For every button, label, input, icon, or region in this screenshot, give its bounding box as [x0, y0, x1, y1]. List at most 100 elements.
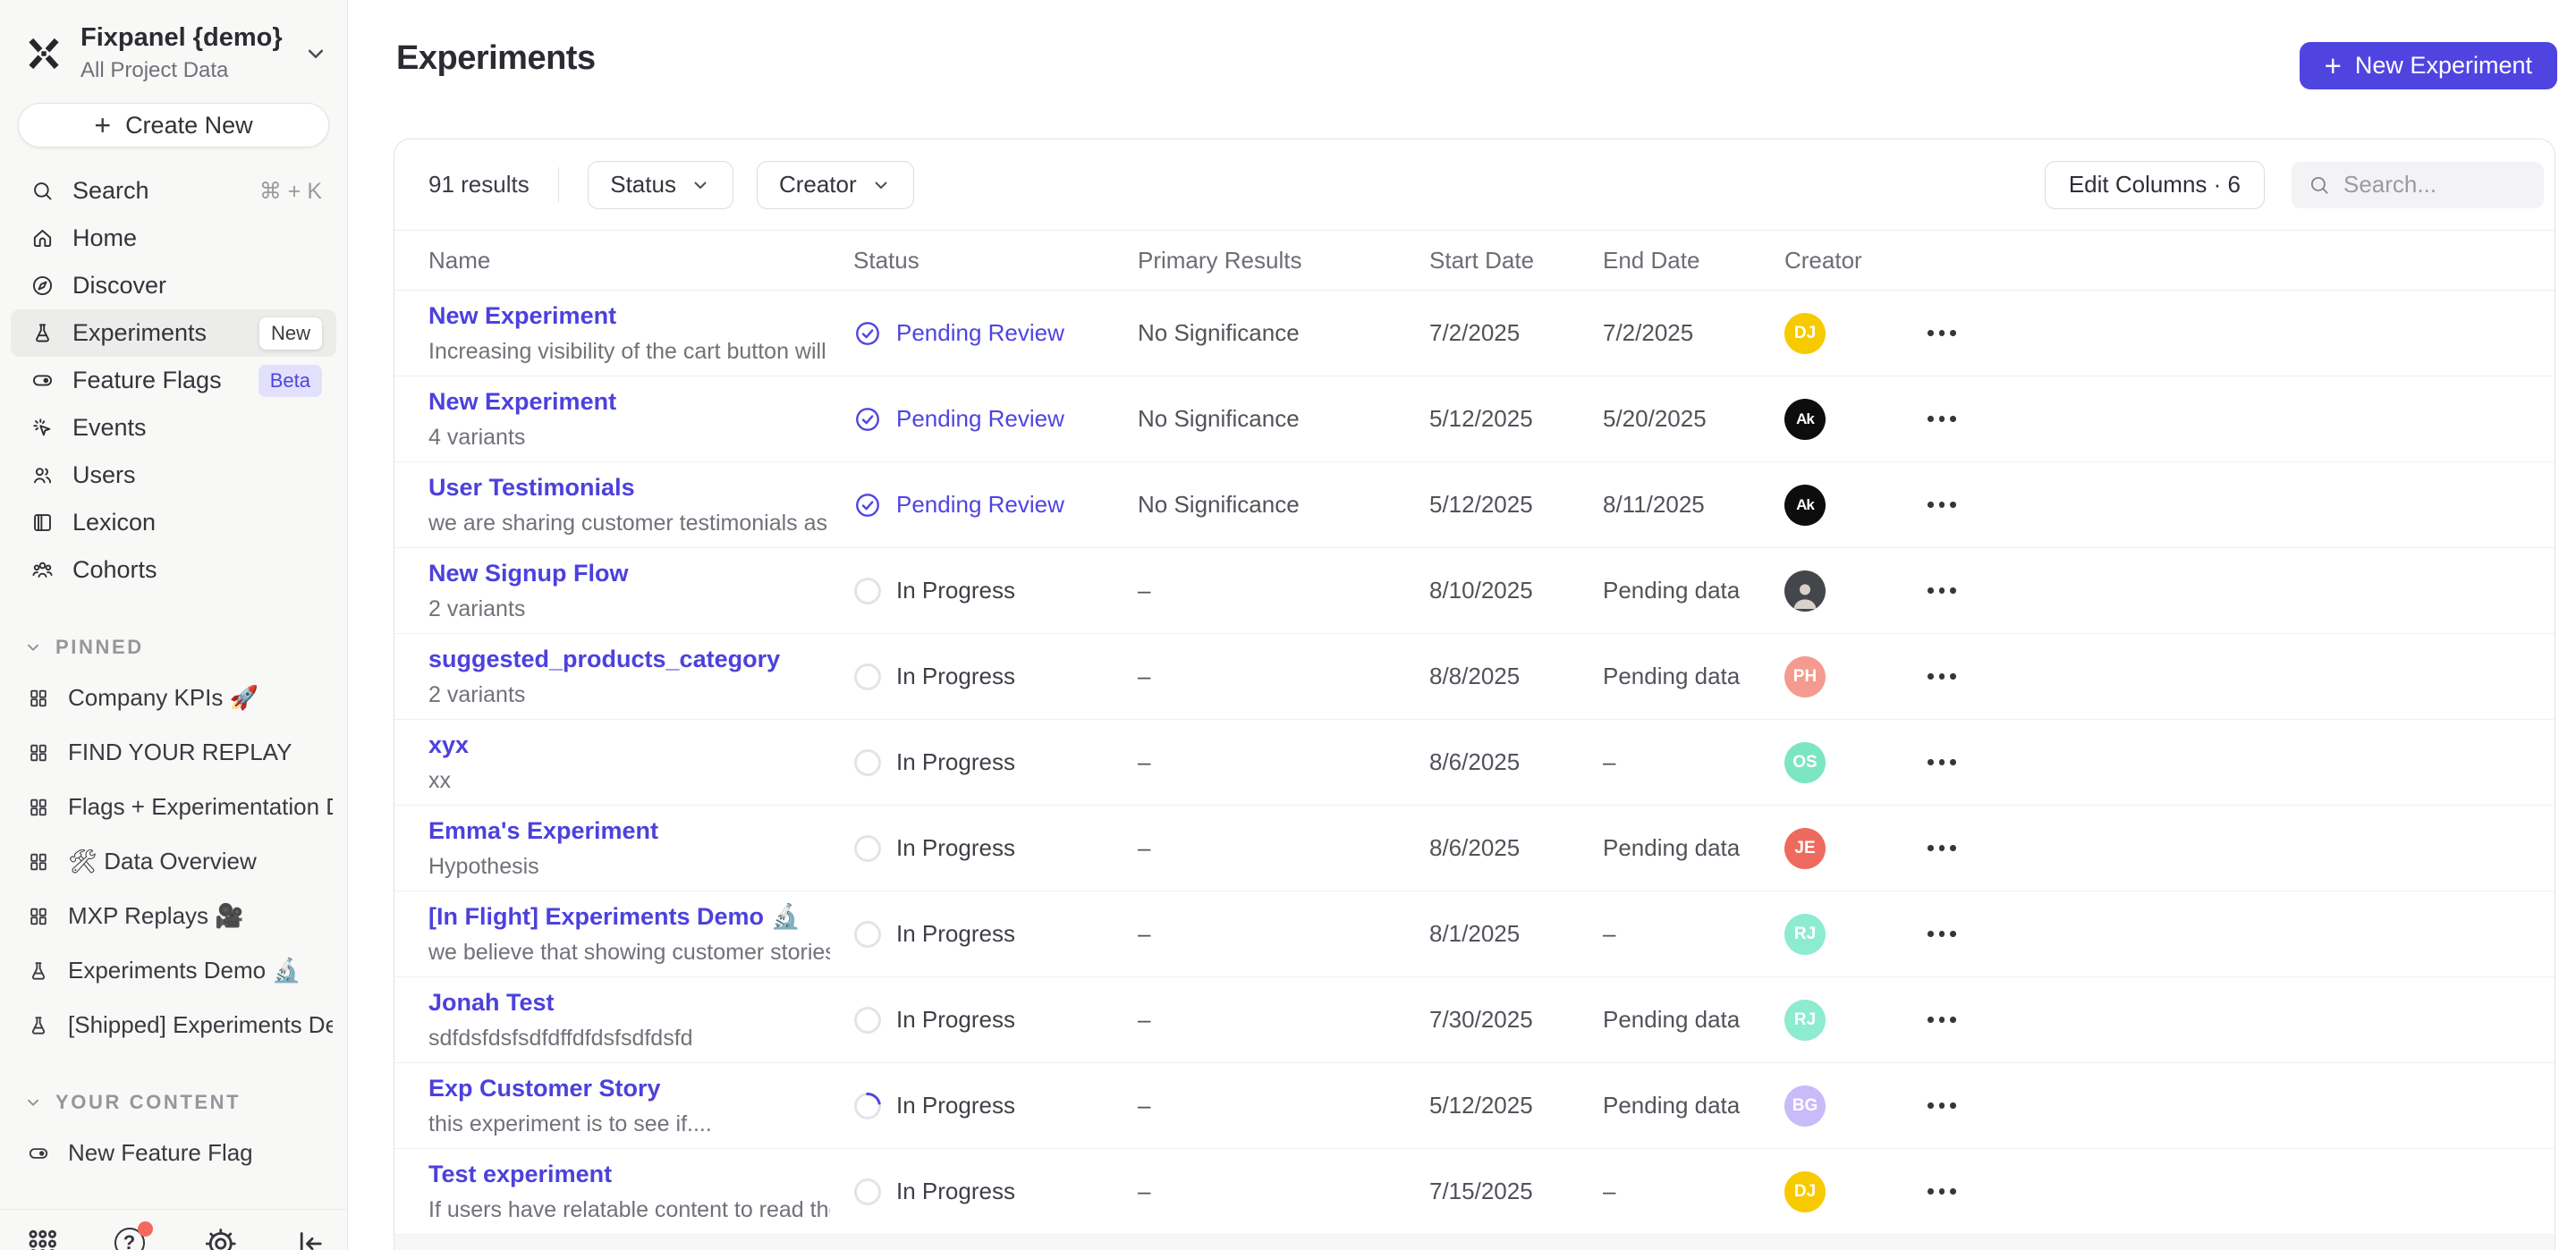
table-row[interactable]: New Experiment Increasing visibility of …	[394, 291, 2555, 376]
pinned-item-label: 🛠 Data Overview	[68, 848, 257, 875]
primary-results-value: –	[1138, 920, 1429, 948]
apps-grid-icon[interactable]	[25, 1226, 61, 1250]
sidebar-item-label: Events	[72, 414, 147, 442]
creator-avatar: OS	[1784, 742, 1826, 783]
sidebar-item-home[interactable]: Home	[11, 215, 336, 262]
row-menu-button[interactable]	[1924, 1181, 1960, 1202]
primary-results-value: No Significance	[1138, 491, 1429, 519]
experiment-description: 4 variants	[428, 425, 830, 451]
experiment-description: 2 variants	[428, 682, 830, 708]
start-date-value: 5/12/2025	[1429, 405, 1603, 433]
row-menu-button[interactable]	[1924, 752, 1960, 773]
table-row[interactable]: [In Flight] Experiments Demo 🔬 we believ…	[394, 891, 2555, 977]
row-menu-button[interactable]	[1924, 494, 1960, 515]
sidebar-pinned-item[interactable]: Experiments Demo 🔬	[0, 943, 347, 998]
table-row[interactable]: Emma's Experiment Hypothesis In Progress…	[394, 806, 2555, 891]
status-filter-button[interactable]: Status	[588, 161, 733, 209]
experiments-flask-icon	[30, 321, 55, 345]
your-content-header[interactable]: YOUR CONTENT	[0, 1088, 347, 1117]
experiment-name-link[interactable]: suggested_products_category	[428, 646, 830, 673]
table-row[interactable]: Jonah Test sdfdsfdsfsdfdffdfdsfsdfdsfd I…	[394, 977, 2555, 1063]
creator-filter-button[interactable]: Creator	[757, 161, 914, 209]
create-new-button[interactable]: + Create New	[18, 103, 329, 148]
experiment-name-link[interactable]: New Signup Flow	[428, 560, 830, 587]
sidebar-pinned-item[interactable]: New Feature Flag	[0, 1126, 347, 1180]
collapse-sidebar-icon[interactable]	[292, 1226, 328, 1250]
table-body: New Experiment Increasing visibility of …	[394, 291, 2555, 1235]
settings-gear-icon[interactable]	[203, 1226, 239, 1250]
sidebar-item-label: Experiments	[72, 319, 207, 347]
experiment-name-link[interactable]: New Experiment	[428, 302, 830, 330]
pinned-section-header[interactable]: PINNED	[0, 633, 347, 662]
chevron-down-icon	[23, 638, 43, 657]
events-cursor-icon	[30, 416, 55, 440]
end-date-value: Pending data	[1603, 834, 1784, 862]
sidebar-item-label: Lexicon	[72, 509, 156, 536]
creator-avatar: DJ	[1784, 313, 1826, 354]
column-header: Primary Results	[1138, 247, 1429, 274]
sidebar-pinned-item[interactable]: Flags + Experimentation Demo 🖊	[0, 780, 347, 834]
row-menu-button[interactable]	[1924, 666, 1960, 687]
sidebar-pinned-item[interactable]: FIND YOUR REPLAY	[0, 725, 347, 780]
new-experiment-button[interactable]: + New Experiment	[2300, 42, 2557, 89]
sidebar-item-lexicon[interactable]: Lexicon	[11, 499, 336, 546]
sidebar-pinned-item[interactable]: 🛠 Data Overview	[0, 834, 347, 889]
experiment-name-link[interactable]: [In Flight] Experiments Demo 🔬	[428, 902, 830, 931]
workspace-switcher[interactable]: Fixpanel {demo} All Project Data	[0, 0, 347, 89]
experiment-name-link[interactable]: Emma's Experiment	[428, 817, 830, 845]
column-header: Status	[853, 247, 1138, 274]
experiment-name-link[interactable]: Jonah Test	[428, 989, 830, 1017]
chevron-down-icon	[870, 174, 892, 196]
keyboard-shortcut: ⌘ + K	[259, 178, 322, 205]
table-row[interactable]: User Testimonials we are sharing custome…	[394, 462, 2555, 548]
experiment-name-link[interactable]: xyx	[428, 731, 830, 759]
status-label: In Progress	[896, 577, 1015, 604]
experiment-name-link[interactable]: Exp Customer Story	[428, 1075, 830, 1102]
pinned-item-label: Experiments Demo 🔬	[68, 957, 301, 984]
row-menu-button[interactable]	[1924, 1009, 1960, 1030]
experiment-name-link[interactable]: User Testimonials	[428, 474, 830, 502]
chevron-down-icon	[302, 40, 329, 67]
table-row[interactable]: xyx xx In Progress – 8/6/2025 – OS	[394, 720, 2555, 806]
sidebar-pinned-item[interactable]: MXP Replays 🎥	[0, 889, 347, 943]
sidebar-item-experiments[interactable]: Experiments New	[11, 309, 336, 357]
notification-dot	[138, 1221, 153, 1237]
experiment-name-link[interactable]: New Experiment	[428, 388, 830, 416]
sidebar-nav: Search ⌘ + K Home Discover Experiments N…	[0, 167, 347, 594]
table-row[interactable]: New Signup Flow 2 variants In Progress –…	[394, 548, 2555, 634]
row-menu-button[interactable]	[1924, 409, 1960, 429]
start-date-value: 8/1/2025	[1429, 920, 1603, 948]
start-date-value: 7/2/2025	[1429, 319, 1603, 347]
row-menu-button[interactable]	[1924, 924, 1960, 944]
status-icon	[853, 834, 882, 863]
table-search-input[interactable]	[2343, 171, 2528, 198]
sidebar-pinned-item[interactable]: Company KPIs 🚀	[0, 671, 347, 725]
workspace-project: All Project Data	[80, 58, 286, 83]
sidebar-item-discover[interactable]: Discover	[11, 262, 336, 309]
row-menu-button[interactable]	[1924, 1095, 1960, 1116]
row-menu-button[interactable]	[1924, 838, 1960, 858]
table-search[interactable]	[2292, 162, 2544, 208]
sidebar-item-feature-flags[interactable]: Feature Flags Beta	[11, 357, 336, 404]
row-menu-button[interactable]	[1924, 323, 1960, 343]
help-icon[interactable]: ?	[114, 1226, 150, 1250]
sidebar-pinned-item[interactable]: [Shipped] Experiments Demo 🖊	[0, 998, 347, 1052]
table-row[interactable]: Exp Customer Story this experiment is to…	[394, 1063, 2555, 1149]
search-icon	[2308, 173, 2331, 197]
sidebar-item-events[interactable]: Events	[11, 404, 336, 452]
experiment-name-link[interactable]: Test experiment	[428, 1161, 830, 1188]
cohorts-icon	[30, 558, 55, 582]
workspace-name: Fixpanel {demo}	[80, 23, 286, 53]
edit-columns-button[interactable]: Edit Columns · 6	[2045, 161, 2265, 209]
table-row[interactable]: New Experiment 4 variants Pending Review…	[394, 376, 2555, 462]
creator-avatar: RJ	[1784, 914, 1826, 955]
sidebar-item-search[interactable]: Search ⌘ + K	[11, 167, 336, 215]
status-icon	[853, 1178, 882, 1206]
table-row[interactable]: Test experiment If users have relatable …	[394, 1149, 2555, 1235]
table-row[interactable]: suggested_products_category 2 variants I…	[394, 634, 2555, 720]
sidebar-item-users[interactable]: Users	[11, 452, 336, 499]
creator-avatar: BG	[1784, 1085, 1826, 1127]
sidebar-item-cohorts[interactable]: Cohorts	[11, 546, 336, 594]
primary-results-value: No Significance	[1138, 319, 1429, 347]
row-menu-button[interactable]	[1924, 580, 1960, 601]
